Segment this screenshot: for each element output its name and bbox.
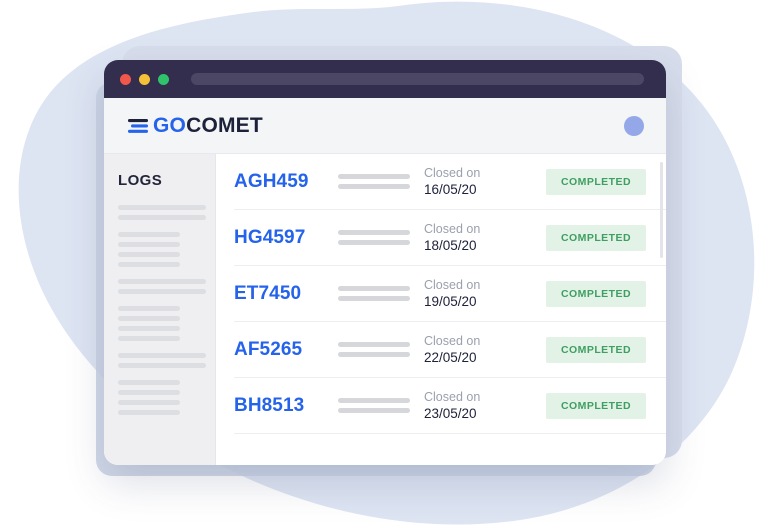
sidebar-skeleton-bar xyxy=(118,336,180,341)
close-dot[interactable] xyxy=(120,73,131,85)
sidebar-skeleton-group xyxy=(118,306,203,341)
sidebar-skeleton-bar xyxy=(118,410,180,415)
row-date: Closed on 18/05/20 xyxy=(424,221,516,254)
row-placeholder-bar xyxy=(338,398,410,403)
row-date: Closed on 23/05/20 xyxy=(424,389,516,422)
row-date-value: 16/05/20 xyxy=(424,181,477,197)
screenshot-root: GOCOMET LOGS AGH459 Closed on 16/05/20 C… xyxy=(0,0,774,532)
row-date-label: Closed on xyxy=(424,333,481,348)
row-placeholder-bars xyxy=(338,174,410,189)
sidebar-skeleton-bar xyxy=(118,242,180,247)
sidebar-skeleton-bar xyxy=(118,289,206,294)
sidebar-skeleton-bar xyxy=(118,326,180,331)
row-placeholder-bar xyxy=(338,174,410,179)
row-placeholder-bars xyxy=(338,342,410,357)
row-date-label: Closed on xyxy=(424,221,481,236)
row-date-label: Closed on xyxy=(424,165,481,180)
row-date-label: Closed on xyxy=(424,389,481,404)
row-date: Closed on 19/05/20 xyxy=(424,277,516,310)
sidebar-skeleton-bar xyxy=(118,400,180,405)
avatar[interactable] xyxy=(624,115,644,136)
sidebar-skeleton-bar xyxy=(118,306,180,311)
row-shipment-id[interactable]: BH8513 xyxy=(234,395,338,417)
row-placeholder-bars xyxy=(338,230,410,245)
row-date: Closed on 16/05/20 xyxy=(424,165,516,198)
row-date: Closed on 22/05/20 xyxy=(424,333,516,366)
traffic-lights xyxy=(120,73,169,85)
logo-text-comet: COMET xyxy=(186,114,263,137)
status-badge: COMPLETED xyxy=(546,224,646,251)
row-placeholder-bar xyxy=(338,230,410,235)
row-placeholder-bar xyxy=(338,352,410,357)
row-placeholder-bars xyxy=(338,398,410,413)
row-shipment-id[interactable]: HG4597 xyxy=(234,227,338,249)
browser-titlebar xyxy=(104,60,666,98)
row-date-value: 22/05/20 xyxy=(424,349,477,365)
vertical-scrollbar[interactable] xyxy=(660,162,663,258)
browser-window: GOCOMET LOGS AGH459 Closed on 16/05/20 C… xyxy=(104,60,666,465)
speed-lines-icon xyxy=(128,118,148,133)
sidebar-skeleton-group xyxy=(118,279,206,294)
row-date-label: Closed on xyxy=(424,277,481,292)
row-placeholder-bar xyxy=(338,296,410,301)
address-bar[interactable] xyxy=(191,73,644,85)
sidebar-skeleton-bar xyxy=(118,316,180,321)
table-row[interactable]: ET7450 Closed on 19/05/20 COMPLETED xyxy=(234,266,666,322)
app-body: LOGS AGH459 Closed on 16/05/20 COMPLETED… xyxy=(104,154,666,465)
sidebar-skeleton-bar xyxy=(118,215,206,220)
gocomet-logo[interactable]: GOCOMET xyxy=(128,115,263,136)
maximize-dot[interactable] xyxy=(158,73,169,85)
status-badge: COMPLETED xyxy=(546,168,646,195)
row-placeholder-bar xyxy=(338,408,410,413)
logs-list: AGH459 Closed on 16/05/20 COMPLETED HG45… xyxy=(216,154,666,465)
sidebar-skeleton-bar xyxy=(118,232,180,237)
row-placeholder-bars xyxy=(338,286,410,301)
sidebar-skeleton-bar xyxy=(118,279,206,284)
row-placeholder-bar xyxy=(338,342,410,347)
row-placeholder-bar xyxy=(338,240,410,245)
status-badge: COMPLETED xyxy=(546,280,646,307)
minimize-dot[interactable] xyxy=(139,73,150,85)
table-row[interactable]: BH8513 Closed on 23/05/20 COMPLETED xyxy=(234,378,666,434)
logo-text-go: GO xyxy=(153,114,187,137)
row-date-value: 23/05/20 xyxy=(424,405,477,421)
sidebar-skeleton-group xyxy=(118,353,206,368)
sidebar-skeleton-bar xyxy=(118,262,180,267)
sidebar-skeleton-bar xyxy=(118,205,206,210)
row-shipment-id[interactable]: AF5265 xyxy=(234,339,338,361)
sidebar-title: LOGS xyxy=(118,172,163,189)
sidebar-skeleton-bar xyxy=(118,380,180,385)
sidebar-skeleton-bar xyxy=(118,390,180,395)
status-badge: COMPLETED xyxy=(546,336,646,363)
row-shipment-id[interactable]: AGH459 xyxy=(234,171,338,193)
sidebar-skeleton-bar xyxy=(118,363,206,368)
sidebar-skeleton-group xyxy=(118,232,203,267)
row-placeholder-bar xyxy=(338,286,410,291)
sidebar-skeleton-group xyxy=(118,205,206,220)
sidebar: LOGS xyxy=(104,154,216,465)
row-date-value: 19/05/20 xyxy=(424,293,477,309)
row-placeholder-bar xyxy=(338,184,410,189)
sidebar-skeleton-bar xyxy=(118,252,180,257)
row-date-value: 18/05/20 xyxy=(424,237,477,253)
sidebar-skeleton-group xyxy=(118,380,203,415)
app-header: GOCOMET xyxy=(104,98,666,154)
table-row[interactable]: HG4597 Closed on 18/05/20 COMPLETED xyxy=(234,210,666,266)
row-shipment-id[interactable]: ET7450 xyxy=(234,283,338,305)
table-row[interactable]: AGH459 Closed on 16/05/20 COMPLETED xyxy=(234,154,666,210)
status-badge: COMPLETED xyxy=(546,392,646,419)
sidebar-skeleton-bar xyxy=(118,353,206,358)
table-row[interactable]: AF5265 Closed on 22/05/20 COMPLETED xyxy=(234,322,666,378)
